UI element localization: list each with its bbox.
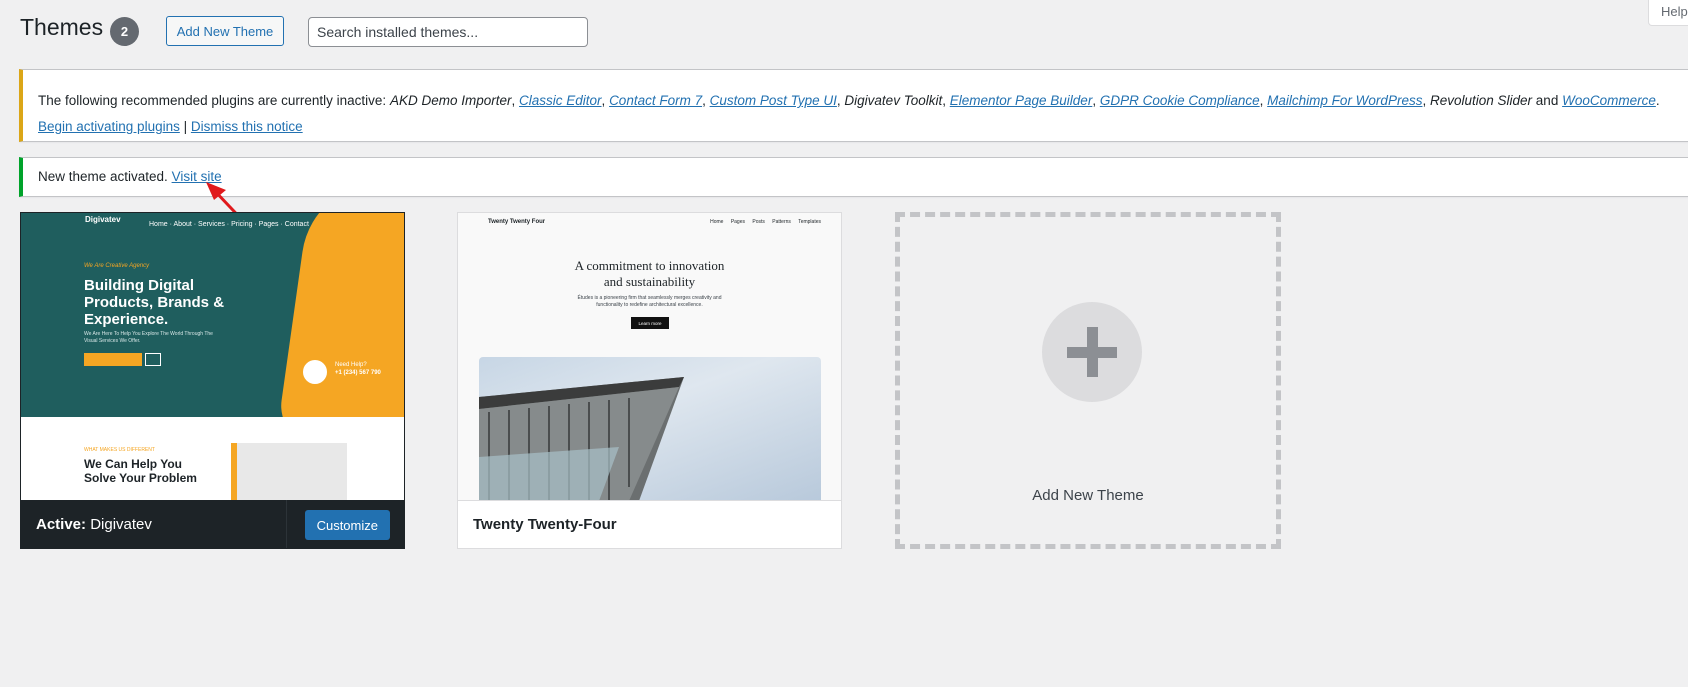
plugin-link[interactable]: WooCommerce — [1562, 93, 1656, 108]
dismiss-notice-link[interactable]: Dismiss this notice — [191, 119, 303, 134]
theme-card-twenty-twenty-four[interactable]: Twenty Twenty Four Home Pages Posts Patt… — [457, 212, 842, 549]
separator: | — [183, 119, 188, 134]
preview-phone-label: Need Help? — [335, 362, 367, 368]
help-tab[interactable]: Help — [1648, 0, 1688, 26]
theme-name: Twenty Twenty-Four — [473, 516, 617, 533]
plugin-link[interactable]: Elementor Page Builder — [950, 93, 1093, 108]
plugin-link[interactable]: Mailchimp For WordPress — [1267, 93, 1422, 108]
preview-play-button — [145, 353, 161, 366]
preview-body: We Are Here To Help You Explore The Worl… — [84, 331, 213, 344]
theme-screenshot[interactable]: Digivatev Home · About · Services · Pric… — [21, 213, 404, 501]
preview-body-text: Études is a pioneering firm that seamles… — [577, 295, 722, 308]
preview-headline-text: A commitment to innovation and sustainab… — [574, 258, 725, 289]
add-new-theme-card[interactable]: Add New Theme — [895, 212, 1281, 549]
preview-learn-more-button: Learn more — [631, 317, 669, 329]
preview-nav-text: Home · About · Services · Pricing · Page… — [149, 221, 309, 228]
plugin-item: Revolution Slider — [1429, 93, 1533, 108]
active-theme-name: Digivatev — [90, 515, 152, 533]
plugin-item: Digivatev Toolkit — [844, 93, 943, 108]
theme-card-digivatev[interactable]: Digivatev Home · About · Services · Pric… — [20, 212, 405, 549]
preview-body: Études is a pioneering firm that seamles… — [458, 295, 841, 309]
preview-brand: Twenty Twenty Four — [488, 219, 546, 225]
preview-phone-number: +1 (234) 567 790 — [335, 370, 381, 376]
preview-lower-headline: We Can Help You Solve Your Problem — [84, 457, 197, 485]
theme-count-badge: 2 — [110, 17, 139, 46]
active-prefix: Active: — [36, 515, 87, 533]
plugin-link[interactable]: Classic Editor — [519, 93, 602, 108]
plugin-link[interactable]: Contact Form 7 — [609, 93, 702, 108]
preview-cta-button — [84, 353, 142, 366]
notice-plugins-line: The following recommended plugins are cu… — [38, 93, 1660, 108]
divider — [286, 500, 287, 548]
active-theme-label: Active: Digivatev — [36, 516, 152, 533]
page-title: Themes — [20, 14, 104, 40]
add-new-theme-label[interactable]: Add New Theme — [900, 487, 1276, 504]
preview-lower-section: WHAT MAKES US DIFFERENT We Can Help You … — [21, 417, 404, 501]
phone-icon — [301, 358, 329, 386]
activated-text: New theme activated. — [38, 169, 168, 184]
customize-button[interactable]: Customize — [304, 510, 390, 540]
plus-icon[interactable] — [1042, 302, 1142, 402]
search-themes-input[interactable] — [308, 17, 588, 47]
preview-menu: Home Pages Posts Patterns Templates — [710, 219, 821, 225]
plugin-item: AKD Demo Importer — [389, 93, 512, 108]
plugin-link[interactable]: GDPR Cookie Compliance — [1100, 93, 1260, 108]
preview-architecture-image — [479, 357, 821, 501]
preview-page: Twenty Twenty Four Home Pages Posts Patt… — [458, 213, 841, 501]
building-image-icon — [479, 377, 684, 501]
preview-nav: Home · About · Services · Pricing · Page… — [21, 219, 404, 233]
preview-orange-shape — [276, 213, 404, 417]
preview-lower-image — [231, 443, 347, 501]
preview-phone: Need Help? +1 (234) 567 790 — [335, 361, 381, 377]
theme-card-footer: Active: Digivatev Customize — [21, 500, 404, 548]
notice-prefix: The following recommended plugins are cu… — [38, 93, 387, 108]
theme-card-footer: Twenty Twenty-Four — [458, 500, 841, 548]
preview-lower-tag: WHAT MAKES US DIFFERENT — [84, 447, 155, 453]
theme-screenshot[interactable]: Twenty Twenty Four Home Pages Posts Patt… — [458, 213, 841, 501]
plus-vertical — [1087, 327, 1098, 377]
preview-headline: Building Digital Products, Brands & Expe… — [84, 277, 225, 328]
and-word: and — [1535, 93, 1559, 108]
plugin-link[interactable]: Custom Post Type UI — [710, 93, 837, 108]
begin-activating-plugins-link[interactable]: Begin activating plugins — [38, 119, 180, 134]
recommended-plugins-notice: The following recommended plugins are cu… — [19, 69, 1688, 142]
add-new-theme-button[interactable]: Add New Theme — [166, 16, 284, 46]
notice-actions: Begin activating plugins | Dismiss this … — [38, 114, 1688, 140]
preview-tagline: We Are Creative Agency — [84, 263, 150, 269]
preview-hero: Digivatev Home · About · Services · Pric… — [21, 213, 404, 417]
preview-headline: A commitment to innovation and sustainab… — [458, 258, 841, 290]
